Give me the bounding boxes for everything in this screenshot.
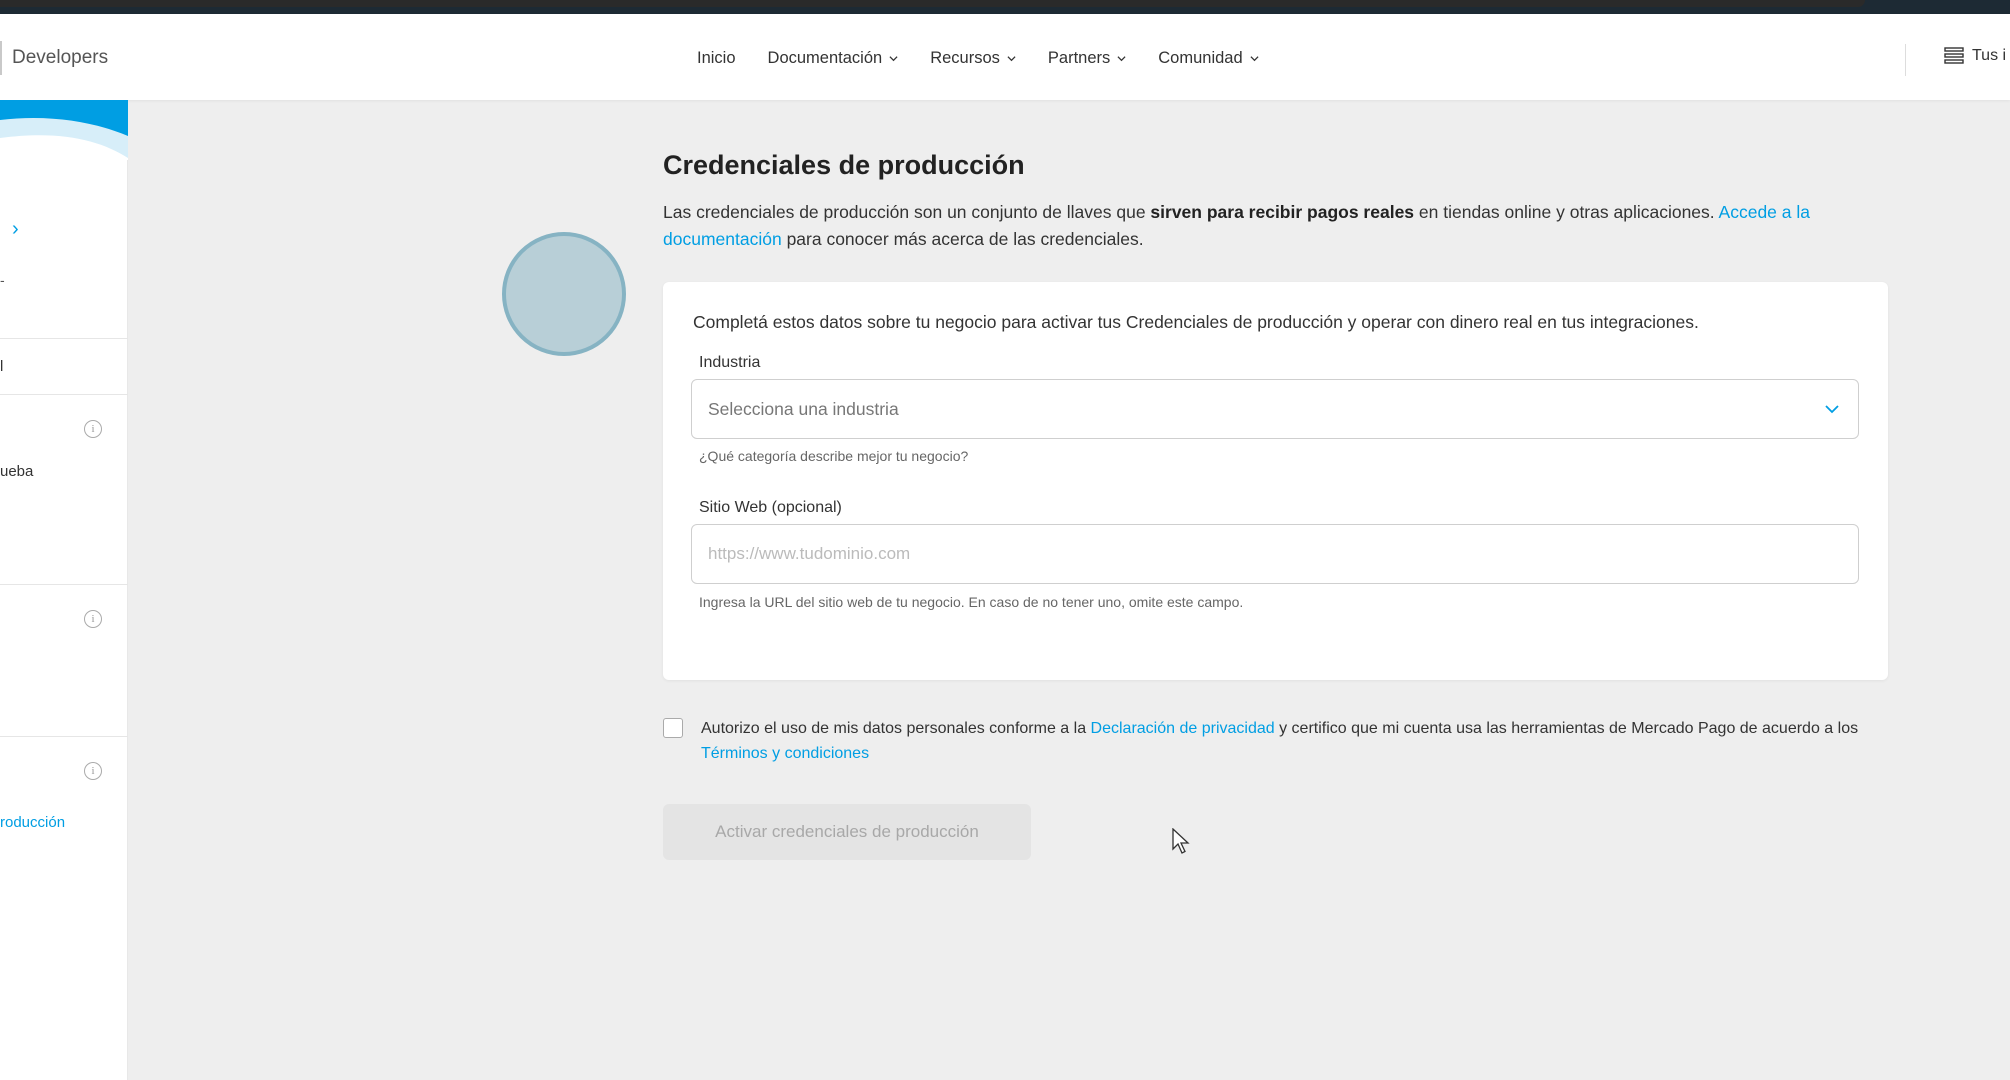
- nav-item-comunidad[interactable]: Comunidad: [1158, 44, 1259, 72]
- page-title: Credenciales de producción: [663, 150, 1025, 180]
- brand-developers[interactable]: Developers: [12, 41, 108, 75]
- industry-label: Industria: [699, 354, 761, 371]
- consent-checkbox[interactable]: [663, 718, 683, 738]
- industry-placeholder: Selecciona una industria: [708, 399, 899, 419]
- chevron-down-icon: [1117, 55, 1126, 61]
- browser-top-strip: [0, 0, 2010, 14]
- nav-item-inicio[interactable]: Inicio: [697, 44, 736, 72]
- sidebar-wave-decoration: [0, 100, 128, 160]
- sidebar-divider: [0, 736, 128, 737]
- sidebar-divider: [0, 338, 128, 339]
- website-label: Sitio Web (opcional): [699, 499, 842, 516]
- business-data-card: Completá estos datos sobre tu negocio pa…: [663, 282, 1888, 680]
- website-input[interactable]: [691, 524, 1859, 584]
- sidebar-divider: [0, 584, 128, 585]
- chevron-right-icon[interactable]: ›: [12, 218, 19, 241]
- description-text: Las credenciales de producción son un co…: [663, 202, 1151, 222]
- nav-item-recursos[interactable]: Recursos: [930, 44, 1016, 72]
- info-icon[interactable]: i: [84, 762, 102, 780]
- sidebar-divider: [0, 394, 128, 395]
- privacy-link[interactable]: Declaración de privacidad: [1091, 720, 1275, 737]
- main-nav: Inicio Documentación Recursos Partners C…: [697, 44, 1291, 72]
- top-header: Developers Inicio Documentación Recursos…: [0, 14, 2010, 100]
- info-icon[interactable]: i: [84, 610, 102, 628]
- website-help: Ingresa la URL del sitio web de tu negoc…: [699, 594, 1244, 610]
- chevron-down-icon: [1007, 55, 1016, 61]
- consent-text: Autorizo el uso de mis datos personales …: [701, 716, 1891, 766]
- mouse-cursor-icon: [1172, 828, 1190, 854]
- consent-text-part: y certifico que mi cuenta usa las herram…: [1274, 720, 1859, 737]
- description-bold: sirven para recibir pagos reales: [1150, 202, 1415, 222]
- description-text: en tiendas online y otras aplicaciones.: [1414, 202, 1719, 222]
- consent-text-part: Autorizo el uso de mis datos personales …: [701, 720, 1091, 737]
- header-divider: [1905, 44, 1906, 76]
- click-indicator-circle: [502, 232, 626, 356]
- nav-item-partners[interactable]: Partners: [1048, 44, 1126, 72]
- main-content: Credenciales de producción Las credencia…: [663, 150, 1890, 253]
- nav-item-documentacion[interactable]: Documentación: [768, 44, 899, 72]
- activate-credentials-button[interactable]: Activar credenciales de producción: [663, 804, 1031, 860]
- user-integrations-menu[interactable]: Tus i: [1944, 47, 2006, 65]
- sidebar-item-label[interactable]: ueba: [0, 463, 33, 480]
- list-icon: [1944, 47, 1964, 64]
- sidebar-item-label[interactable]: l: [0, 358, 3, 375]
- sidebar: › - l i ueba i i roducción: [0, 100, 128, 1080]
- info-icon[interactable]: i: [84, 420, 102, 438]
- sidebar-dash: -: [0, 272, 5, 288]
- page-description: Las credenciales de producción son un co…: [663, 199, 1890, 253]
- chevron-down-icon: [1825, 405, 1839, 414]
- nav-item-label: Recursos: [930, 49, 1000, 67]
- card-intro: Completá estos datos sobre tu negocio pa…: [693, 312, 1699, 332]
- chevron-down-icon: [889, 55, 898, 61]
- nav-item-label: Documentación: [767, 49, 883, 67]
- nav-item-label: Inicio: [697, 49, 736, 67]
- description-text: para conocer más acerca de las credencia…: [781, 229, 1144, 249]
- nav-item-label: Comunidad: [1158, 49, 1243, 67]
- sidebar-item-label[interactable]: roducción: [0, 814, 65, 831]
- industry-select[interactable]: Selecciona una industria: [691, 379, 1859, 439]
- brand-divider: [0, 41, 2, 75]
- terms-link[interactable]: Términos y condiciones: [701, 745, 869, 762]
- industry-help: ¿Qué categoría describe mejor tu negocio…: [699, 448, 969, 464]
- chevron-down-icon: [1250, 55, 1259, 61]
- user-menu-label: Tus i: [1972, 47, 2007, 64]
- nav-item-label: Partners: [1047, 49, 1111, 67]
